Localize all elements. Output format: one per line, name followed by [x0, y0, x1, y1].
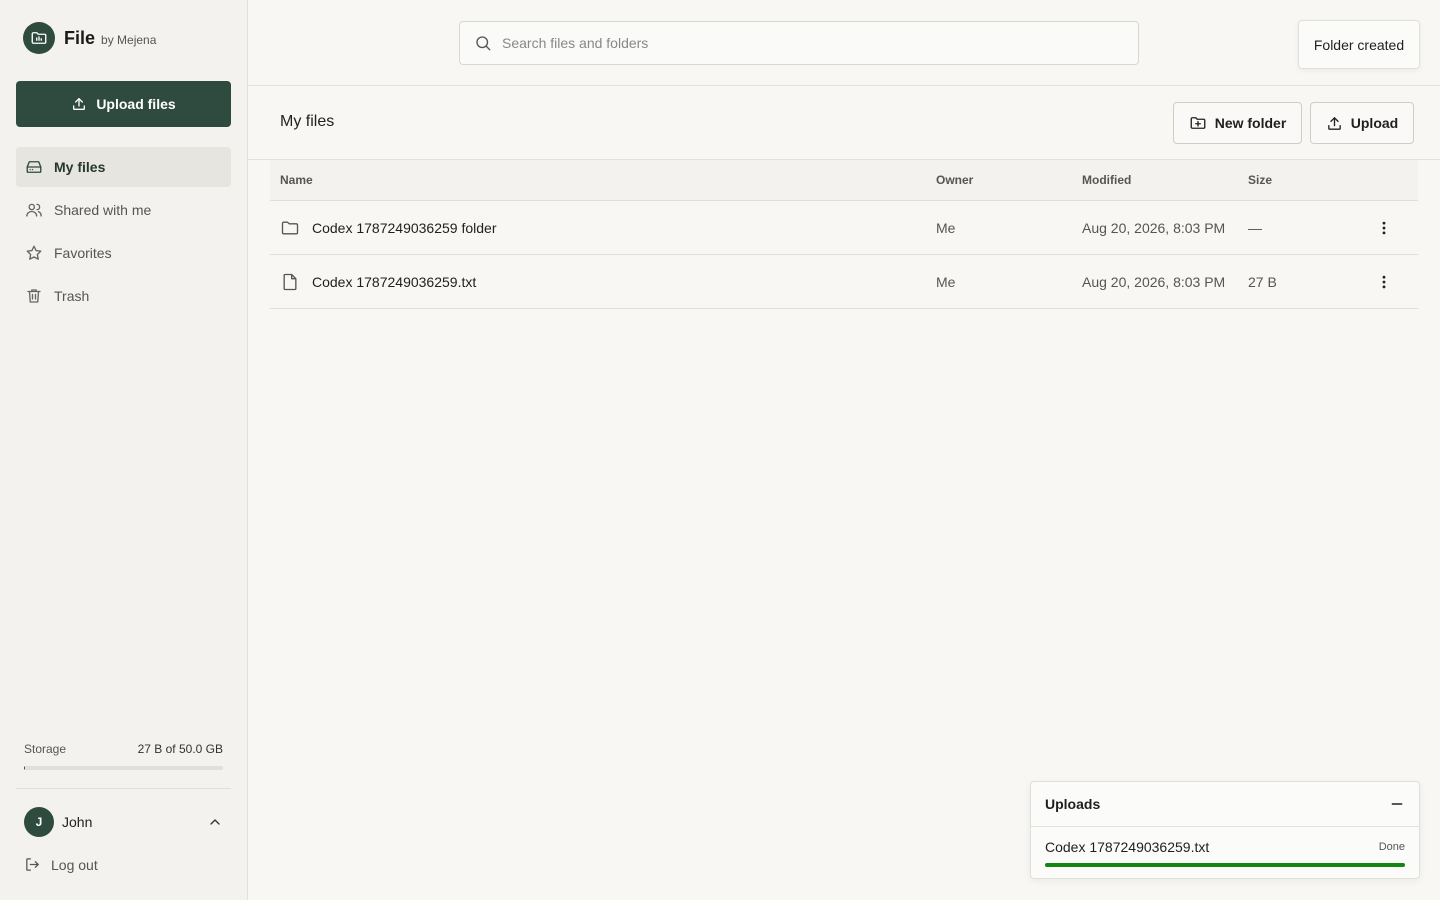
file-modified: Aug 20, 2026, 8:03 PM: [1082, 273, 1226, 290]
logout-button[interactable]: Log out: [24, 856, 98, 873]
table-row[interactable]: Codex 1787249036259.txt Me Aug 20, 2026,…: [270, 255, 1418, 309]
more-vertical-icon: [1382, 275, 1386, 288]
sidebar-item-label: Trash: [54, 288, 90, 304]
upload-icon: [1327, 116, 1341, 130]
new-folder-button[interactable]: New folder: [1173, 102, 1302, 144]
column-header-owner[interactable]: Owner: [936, 173, 973, 187]
search-input[interactable]: [502, 35, 1102, 51]
table-header: Name Owner Modified Size: [270, 160, 1418, 201]
logout-icon: [26, 858, 39, 871]
sidebar-item-label: Shared with me: [54, 202, 152, 218]
upload-icon: [73, 98, 86, 110]
column-header-size[interactable]: Size: [1248, 173, 1272, 187]
file-name[interactable]: Codex 1787249036259.txt: [312, 274, 476, 290]
storage-bar: [24, 766, 223, 770]
sidebar-item-favorites[interactable]: Favorites: [16, 233, 231, 273]
drive-icon: [26, 161, 42, 173]
file-modified: Aug 20, 2026, 8:03 PM: [1082, 219, 1226, 236]
sidebar-divider: [16, 788, 231, 789]
brand[interactable]: File by Mejena: [23, 22, 156, 54]
file-owner: Me: [936, 273, 956, 290]
sidebar-item-my-files[interactable]: My files: [16, 147, 231, 187]
sidebar-item-label: Favorites: [54, 245, 112, 261]
folder-icon: [281, 221, 299, 234]
new-folder-label: New folder: [1214, 115, 1287, 131]
upload-item: Codex 1787249036259.txt Done: [1031, 827, 1419, 867]
file-icon: [283, 273, 297, 290]
brand-name: File: [64, 27, 96, 48]
upload-label: Upload: [1350, 115, 1399, 131]
star-icon: [26, 245, 42, 260]
storage-bar-fill: [24, 766, 25, 770]
file-owner: Me: [936, 219, 956, 236]
row-actions-button[interactable]: [1370, 214, 1398, 242]
trash-icon: [27, 289, 41, 303]
column-header-name[interactable]: Name: [280, 173, 313, 187]
folder-plus-icon: [1190, 117, 1206, 129]
storage-label: Storage: [24, 742, 67, 756]
uploads-panel: Uploads Codex 1787249036259.txt Done: [1030, 781, 1420, 879]
column-header-modified[interactable]: Modified: [1082, 173, 1131, 187]
user-name: John: [62, 814, 93, 830]
minimize-icon[interactable]: [1389, 796, 1405, 812]
users-icon: [26, 203, 42, 217]
file-name[interactable]: Codex 1787249036259 folder: [312, 220, 497, 236]
uploads-title: Uploads: [1045, 796, 1101, 812]
brand-byline: by Mejena: [101, 33, 157, 47]
sidebar-nav: My files Shared with me Favorites Trash: [16, 147, 231, 319]
file-size: 27 B: [1248, 273, 1277, 290]
chevron-up-icon[interactable]: [207, 814, 223, 830]
search-box[interactable]: [459, 21, 1139, 65]
sidebar: File by Mejena Upload files My files Sha…: [0, 0, 248, 900]
upload-button[interactable]: Upload: [1310, 102, 1414, 144]
upload-progress-fill: [1045, 863, 1405, 867]
logout-label: Log out: [51, 856, 98, 873]
user-menu[interactable]: J John: [24, 807, 223, 837]
more-vertical-icon: [1382, 221, 1386, 234]
upload-files-label: Upload files: [96, 96, 176, 112]
sidebar-item-label: My files: [54, 159, 106, 175]
row-actions-button[interactable]: [1370, 268, 1398, 296]
avatar: J: [24, 807, 54, 837]
top-bar: [248, 0, 1440, 86]
uploads-header: Uploads: [1031, 782, 1419, 827]
folder-logo-icon: [23, 22, 55, 54]
upload-file-name: Codex 1787249036259.txt: [1045, 839, 1210, 855]
upload-files-button[interactable]: Upload files: [16, 81, 231, 127]
storage-meter: Storage 27 B of 50.0 GB: [24, 742, 223, 770]
sidebar-item-trash[interactable]: Trash: [16, 276, 231, 316]
upload-status: Done: [1378, 841, 1405, 853]
sidebar-item-shared-with-me[interactable]: Shared with me: [16, 190, 231, 230]
upload-progress-bar: [1045, 863, 1405, 867]
toast-notification: Folder created: [1298, 20, 1420, 69]
table-row[interactable]: Codex 1787249036259 folder Me Aug 20, 20…: [270, 201, 1418, 255]
file-size: —: [1248, 219, 1262, 236]
page-title: My files: [280, 113, 335, 130]
storage-value: 27 B of 50.0 GB: [137, 742, 223, 756]
search-icon: [476, 36, 491, 51]
files-table: Name Owner Modified Size Codex 178724903…: [270, 160, 1418, 309]
